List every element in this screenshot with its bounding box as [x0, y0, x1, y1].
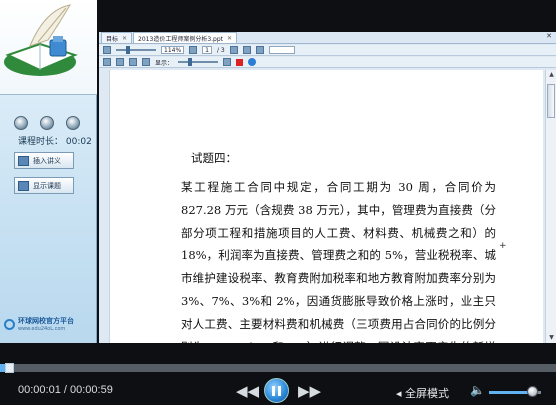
- window-close-icon[interactable]: ✕: [546, 32, 552, 40]
- pause-bar: [278, 385, 281, 396]
- document-body: 试题四： 某工程施工合同中规定，合同工期为 30 周，合同价为 827.28 万…: [181, 150, 496, 343]
- pause-round-button[interactable]: [40, 116, 54, 130]
- zoom-slider[interactable]: [116, 46, 156, 54]
- volume-icon[interactable]: 🔈: [470, 383, 485, 397]
- brand-url: www.edu24oL.com: [18, 326, 66, 332]
- elapsed-label: 课程时长： 00:02: [18, 137, 92, 147]
- pause-bar: [272, 385, 275, 396]
- close-icon[interactable]: ✕: [122, 35, 127, 42]
- left-panel: 课程时长： 00:02 插入讲义 显示课题 环球网校官方平台 www.edu24…: [0, 0, 97, 343]
- rewind-icon[interactable]: ◀◀: [236, 382, 259, 400]
- blue-color-swatch[interactable]: [248, 58, 257, 66]
- volume-fill: [489, 391, 532, 394]
- current-time: 00:00:01: [18, 384, 61, 396]
- tab-bar: 目标 ✕ 2013造价工程师案例分析3.ppt ✕ ✕: [99, 32, 556, 44]
- page-number-field[interactable]: 1: [202, 46, 212, 54]
- table-icon[interactable]: [103, 58, 111, 66]
- prev-page-icon[interactable]: [189, 46, 198, 54]
- page-total: / 3: [216, 46, 225, 54]
- next-page-icon[interactable]: [229, 46, 238, 54]
- fit-page-icon[interactable]: [242, 46, 251, 54]
- fill-icon[interactable]: [223, 58, 232, 66]
- volume-handle[interactable]: [526, 386, 538, 397]
- player-bar: 00:00:01 / 00:00:59 ◀◀ ▶▶ ◂ 全屏模式 🔈: [0, 343, 556, 405]
- tab-label: 2013造价工程师案例分析3.ppt: [138, 36, 224, 43]
- progress-bar[interactable]: [0, 364, 556, 372]
- scroll-thumb[interactable]: [547, 84, 555, 118]
- screen-icon: [18, 180, 29, 191]
- progress-handle[interactable]: [5, 363, 15, 373]
- left-control-row: [14, 116, 80, 130]
- tab-label: 目标: [106, 36, 119, 43]
- search-field[interactable]: [268, 46, 295, 54]
- time-separator: /: [60, 384, 70, 396]
- show-topic-label: 显示课题: [33, 181, 61, 190]
- show-topic-button[interactable]: 显示课题: [14, 177, 74, 194]
- total-time: 00:00:59: [70, 384, 113, 396]
- fullscreen-arrow-icon: ◂: [396, 387, 402, 400]
- brand-text: 环球网校官方平台: [18, 317, 74, 325]
- pointer-icon[interactable]: [116, 58, 124, 66]
- crosshair-cursor-icon: +: [499, 241, 507, 251]
- zoom-out-icon[interactable]: [103, 46, 111, 54]
- pen-size-slider[interactable]: [178, 58, 219, 66]
- fast-forward-icon[interactable]: ▶▶: [298, 382, 321, 400]
- fullscreen-button[interactable]: ◂ 全屏模式: [396, 385, 449, 401]
- notes-icon: [18, 155, 29, 166]
- view-toolbar: 114% 1 / 3: [99, 45, 556, 56]
- fullscreen-label: 全屏模式: [405, 387, 450, 400]
- pen-icon[interactable]: [129, 58, 137, 66]
- document-window: 目标 ✕ 2013造价工程师案例分析3.ppt ✕ ✕ 114% 1 / 3 显…: [99, 32, 556, 343]
- vertical-scrollbar[interactable]: ▲ ▼: [545, 70, 556, 343]
- prev-round-button[interactable]: [14, 116, 28, 130]
- insert-notes-label: 插入讲义: [33, 156, 61, 165]
- question-heading: 试题四：: [191, 151, 237, 165]
- tab-document[interactable]: 2013造价工程师案例分析3.ppt ✕: [133, 32, 238, 43]
- zoom-field[interactable]: 114%: [161, 46, 185, 54]
- brand: 环球网校官方平台 www.edu24oL.com: [4, 316, 74, 332]
- close-icon[interactable]: ✕: [227, 35, 232, 42]
- next-round-button[interactable]: [66, 116, 80, 130]
- brand-logo-icon: [4, 318, 15, 330]
- question-paragraph: 某工程施工合同中规定，合同工期为 30 周，合同价为 827.28 万元（含规费…: [181, 180, 496, 343]
- tab-target[interactable]: 目标 ✕: [101, 32, 133, 43]
- scroll-down-icon[interactable]: ▼: [546, 333, 556, 343]
- eraser-icon[interactable]: [142, 58, 150, 66]
- scroll-up-icon[interactable]: ▲: [546, 70, 556, 80]
- document-page: 试题四： 某工程施工合同中规定，合同工期为 30 周，合同价为 827.28 万…: [109, 70, 543, 343]
- time-readout: 00:00:01 / 00:00:59: [18, 384, 113, 396]
- annotation-toolbar: 显示：: [99, 57, 556, 68]
- fit-width-icon[interactable]: [255, 46, 264, 54]
- course-logo-image: [0, 0, 97, 95]
- insert-notes-button[interactable]: 插入讲义: [14, 152, 74, 169]
- display-label: 显示：: [155, 59, 174, 67]
- red-color-swatch[interactable]: [236, 58, 244, 66]
- pause-button[interactable]: [264, 378, 289, 403]
